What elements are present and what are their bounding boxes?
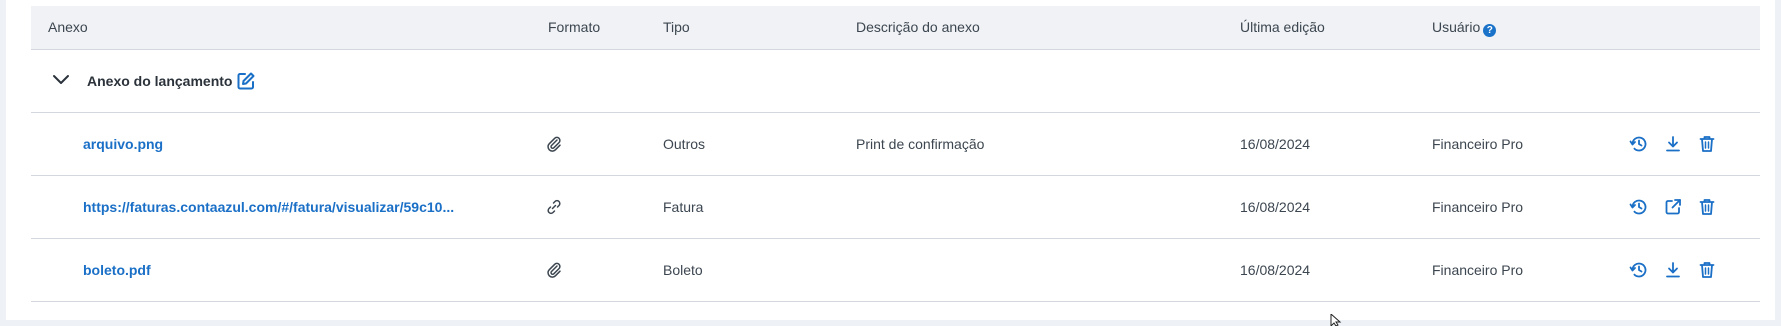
header-ultima-edicao: Última edição [1240, 19, 1325, 35]
group-row: Anexo do lançamento [31, 50, 1760, 113]
help-icon[interactable]: ? [1483, 24, 1497, 37]
usuario-cell: Financeiro Pro [1432, 136, 1524, 152]
ultima-edicao-cell: 16/08/2024 [1240, 262, 1311, 278]
external-link-icon[interactable] [1662, 196, 1684, 218]
download-icon[interactable] [1662, 259, 1684, 281]
tipo-cell: Boleto [663, 262, 703, 278]
tipo-cell: Fatura [663, 199, 704, 215]
descricao-cell: Print de confirmação [856, 136, 985, 152]
table-header: Anexo Formato Tipo Descrição do anexo Úl… [31, 6, 1760, 50]
edit-icon[interactable] [236, 71, 256, 91]
trash-icon[interactable] [1696, 133, 1718, 155]
attachment-link[interactable]: arquivo.png [83, 113, 163, 175]
table-row: boleto.pdf Boleto 16/08/2024 Financeiro Pro [31, 239, 1760, 302]
usuario-cell: Financeiro Pro [1432, 262, 1524, 278]
header-usuario-label: Usuário [1432, 19, 1481, 35]
mouse-cursor-icon [1330, 314, 1342, 326]
trash-icon[interactable] [1696, 259, 1718, 281]
group-title: Anexo do lançamento [87, 73, 233, 89]
download-icon[interactable] [1662, 133, 1684, 155]
history-icon[interactable] [1628, 133, 1650, 155]
paperclip-icon [545, 261, 563, 279]
tipo-cell: Outros [663, 136, 706, 152]
chevron-down-icon[interactable] [51, 72, 71, 86]
ultima-edicao-cell: 16/08/2024 [1240, 199, 1311, 215]
header-anexo: Anexo [48, 19, 88, 35]
attachments-card: Anexo Formato Tipo Descrição do anexo Úl… [6, 0, 1775, 320]
attachment-name-cell: arquivo.png [83, 113, 163, 175]
table-row: https://faturas.contaazul.com/#/fatura/v… [31, 176, 1760, 239]
table-row: arquivo.png Outros Print de confirmação 16/… [31, 113, 1760, 176]
attachments-table: Anexo Formato Tipo Descrição do anexo Úl… [31, 6, 1760, 302]
header-descricao: Descrição do anexo [856, 19, 980, 35]
attachment-link[interactable]: boleto.pdf [83, 239, 151, 301]
trash-icon[interactable] [1696, 196, 1718, 218]
history-icon[interactable] [1628, 259, 1650, 281]
ultima-edicao-cell: 16/08/2024 [1240, 136, 1311, 152]
header-usuario: Usuário? [1432, 6, 1497, 49]
header-formato: Formato [548, 19, 601, 35]
history-icon[interactable] [1628, 196, 1650, 218]
attachment-name-cell: boleto.pdf [83, 239, 151, 301]
attachment-name-cell: https://faturas.contaazul.com/#/fatura/v… [83, 176, 454, 238]
link-icon [545, 198, 563, 216]
usuario-cell: Financeiro Pro [1432, 199, 1524, 215]
paperclip-icon [545, 135, 563, 153]
header-tipo: Tipo [663, 19, 690, 35]
attachment-link[interactable]: https://faturas.contaazul.com/#/fatura/v… [83, 176, 454, 238]
